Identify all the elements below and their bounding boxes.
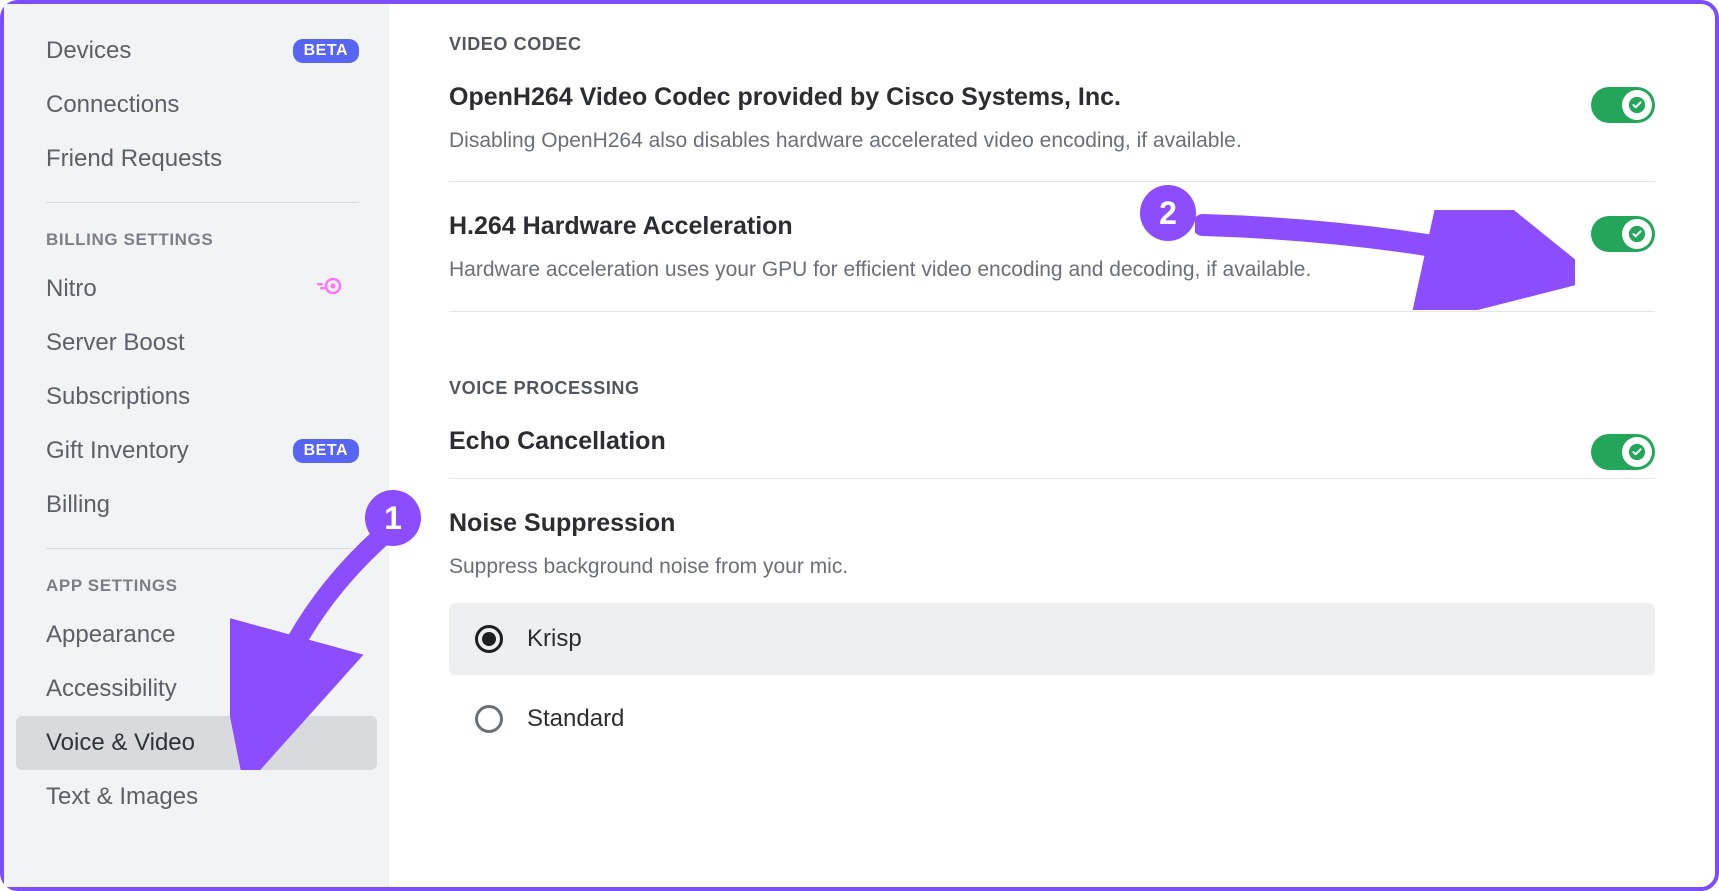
sidebar-item-label: Text & Images: [46, 783, 198, 811]
sidebar-item-label: Devices: [46, 37, 131, 65]
radio-label: Krisp: [527, 625, 582, 653]
sidebar-item-accessibility[interactable]: Accessibility: [16, 662, 377, 716]
sidebar-item-appearance[interactable]: Appearance: [16, 608, 377, 662]
toggle-handle: [1622, 219, 1652, 249]
radio-label: Standard: [527, 705, 624, 733]
noise-suppression-radio-group: Krisp Standard: [449, 603, 1655, 745]
sidebar-divider: [46, 202, 359, 203]
sidebar-item-billing[interactable]: Billing: [16, 478, 377, 532]
sidebar-item-server-boost[interactable]: Server Boost: [16, 316, 377, 370]
sidebar-item-voice-video[interactable]: Voice & Video: [16, 716, 377, 770]
settings-content: VIDEO CODEC OpenH264 Video Codec provide…: [389, 4, 1715, 887]
radio-option-standard[interactable]: Standard: [449, 693, 1655, 745]
sidebar-item-label: Server Boost: [46, 329, 185, 357]
setting-echo-cancellation: Echo Cancellation: [449, 427, 1655, 478]
toggle-handle: [1622, 437, 1652, 467]
sidebar-item-label: Appearance: [46, 621, 175, 649]
nitro-icon: [317, 276, 341, 302]
toggle-echo-cancellation[interactable]: [1591, 434, 1655, 470]
setting-openh264: OpenH264 Video Codec provided by Cisco S…: [449, 83, 1655, 126]
toggle-openh264[interactable]: [1591, 87, 1655, 123]
check-icon: [1628, 96, 1646, 114]
beta-badge: BETA: [293, 439, 359, 463]
annotation-badge-1: 1: [365, 490, 421, 546]
setting-title: H.264 Hardware Acceleration: [449, 212, 793, 241]
sidebar-item-nitro[interactable]: Nitro: [16, 262, 377, 316]
toggle-handle: [1622, 90, 1652, 120]
setting-title: Echo Cancellation: [449, 427, 666, 456]
sidebar-item-label: Billing: [46, 491, 110, 519]
setting-description: Hardware acceleration uses your GPU for …: [449, 255, 1655, 284]
sidebar-header-billing: BILLING SETTINGS: [16, 217, 377, 262]
setting-divider: [449, 478, 1655, 479]
toggle-h264-hw[interactable]: [1591, 216, 1655, 252]
setting-divider: [449, 311, 1655, 312]
radio-unchecked-icon: [475, 705, 503, 733]
sidebar-item-gift-inventory[interactable]: Gift Inventory BETA: [16, 424, 377, 478]
section-header-voice-processing: VOICE PROCESSING: [449, 378, 1655, 399]
sidebar-item-label: Gift Inventory: [46, 437, 189, 465]
sidebar-item-label: Connections: [46, 91, 179, 119]
beta-badge: BETA: [293, 39, 359, 63]
sidebar-item-label: Voice & Video: [46, 729, 195, 757]
sidebar-divider: [46, 548, 359, 549]
setting-divider: [449, 181, 1655, 182]
setting-title: OpenH264 Video Codec provided by Cisco S…: [449, 83, 1121, 112]
sidebar-item-connections[interactable]: Connections: [16, 78, 377, 132]
sidebar-item-devices[interactable]: Devices BETA: [16, 24, 377, 78]
check-icon: [1628, 443, 1646, 461]
check-icon: [1628, 225, 1646, 243]
annotation-badge-2: 2: [1140, 185, 1196, 241]
settings-sidebar: Devices BETA Connections Friend Requests…: [4, 4, 389, 887]
radio-checked-icon: [475, 625, 503, 653]
sidebar-item-label: Friend Requests: [46, 145, 222, 173]
sidebar-item-label: Accessibility: [46, 675, 177, 703]
setting-h264-hw: H.264 Hardware Acceleration: [449, 212, 1655, 255]
sidebar-item-subscriptions[interactable]: Subscriptions: [16, 370, 377, 424]
section-header-video-codec: VIDEO CODEC: [449, 34, 1655, 55]
radio-option-krisp[interactable]: Krisp: [449, 603, 1655, 675]
setting-description: Suppress background noise from your mic.: [449, 552, 1655, 581]
setting-description: Disabling OpenH264 also disables hardwar…: [449, 126, 1655, 155]
sidebar-header-app: APP SETTINGS: [16, 563, 377, 608]
setting-title-noise: Noise Suppression: [449, 509, 1655, 538]
sidebar-item-friend-requests[interactable]: Friend Requests: [16, 132, 377, 186]
sidebar-item-text-images[interactable]: Text & Images: [16, 770, 377, 824]
sidebar-item-label: Subscriptions: [46, 383, 190, 411]
sidebar-item-label: Nitro: [46, 275, 97, 303]
